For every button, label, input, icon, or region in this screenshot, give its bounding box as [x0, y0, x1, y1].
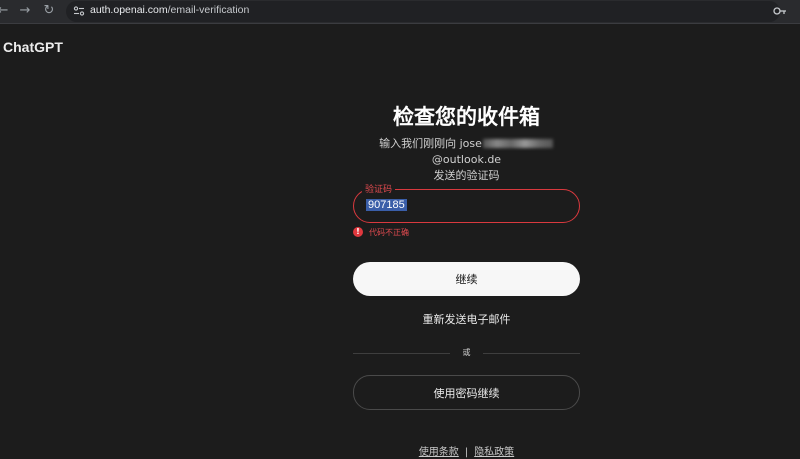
- url-text: auth.openai.com/email-verification: [90, 4, 249, 16]
- instruction-email-domain: @outlook.de: [431, 153, 502, 166]
- verification-code-field[interactable]: 验证码 907185: [353, 182, 580, 223]
- instruction-text: 输入我们刚刚向 jose @outlook.de 发送的验证码: [348, 136, 585, 184]
- error-text: 代码不正确: [369, 228, 409, 237]
- or-divider: 或: [353, 347, 580, 359]
- footer-links: 使用条款 | 隐私政策: [353, 443, 580, 458]
- auth-page: ChatGPT 检查您的收件箱 输入我们刚刚向 jose @outlook.de …: [0, 25, 800, 459]
- arrow-left-icon[interactable]: ←: [0, 2, 12, 20]
- code-field-label: 验证码: [362, 182, 396, 195]
- url-host: auth.openai.com: [90, 4, 168, 16]
- continue-with-password-button[interactable]: 使用密码继续: [353, 375, 580, 410]
- code-input-value[interactable]: 907185: [366, 199, 407, 211]
- resend-email-link[interactable]: 重新发送电子邮件: [353, 311, 580, 327]
- browser-toolbar: ← → ↻ auth.openai.com/email-verification: [0, 0, 800, 24]
- redacted-email-blur: [482, 139, 553, 148]
- reload-icon[interactable]: ↻: [40, 2, 58, 20]
- url-path: /email-verification: [167, 4, 250, 16]
- footer-separator: |: [464, 447, 469, 458]
- privacy-link[interactable]: 隐私政策: [474, 447, 514, 458]
- arrow-right-icon[interactable]: →: [16, 2, 34, 20]
- terms-link[interactable]: 使用条款: [419, 447, 459, 458]
- page-title: 检查您的收件箱: [393, 105, 540, 129]
- site-settings-icon[interactable]: [72, 4, 86, 18]
- key-icon[interactable]: [772, 3, 788, 19]
- instruction-line2: 发送的验证码: [433, 169, 500, 182]
- instruction-prefix: 输入我们刚刚向 jose: [379, 137, 482, 150]
- brand-logo: ChatGPT: [3, 39, 63, 55]
- continue-button[interactable]: 继续: [353, 262, 580, 296]
- address-bar[interactable]: auth.openai.com/email-verification: [66, 1, 786, 22]
- divider-line-right: [483, 353, 580, 354]
- alert-icon: !: [353, 227, 363, 237]
